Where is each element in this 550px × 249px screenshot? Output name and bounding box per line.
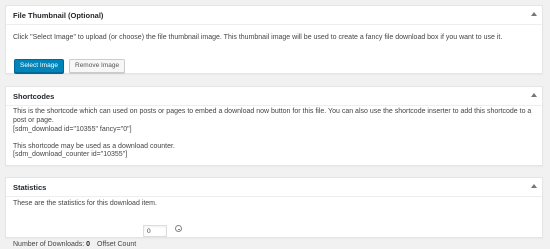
thumbnail-description: Click "Select Image" to upload (or choos…	[13, 34, 503, 41]
shortcodes-description: This is the shortcode which can used on …	[13, 108, 532, 124]
collapse-toggle-icon[interactable]	[531, 12, 537, 16]
shortcodes-postbox-header[interactable]: Shortcodes	[6, 87, 542, 106]
shortcodes-postbox: Shortcodes This is the shortcode which c…	[5, 86, 543, 166]
statistics-postbox-header[interactable]: Statistics	[6, 178, 542, 197]
downloads-count-label: Number of Downloads: 0	[13, 240, 90, 249]
shortcode-counter: [sdm_download_counter id="10355"]	[13, 151, 128, 158]
statistics-title: Statistics	[13, 183, 47, 192]
statistics-postbox: Statistics These are the statistics for …	[5, 177, 543, 248]
collapse-toggle-icon[interactable]	[531, 184, 537, 188]
remove-image-button[interactable]: Remove Image	[69, 59, 126, 73]
plus-circle-icon[interactable]	[175, 225, 182, 232]
offset-count-label: Offset Count	[97, 241, 137, 248]
thumbnail-postbox-header[interactable]: File Thumbnail (Optional)	[6, 6, 542, 25]
shortcode-main: [sdm_download id="10355" fancy="0"]	[13, 126, 132, 133]
downloads-label: Number of Downloads:	[13, 241, 85, 248]
thumbnail-postbox: File Thumbnail (Optional) Click "Select …	[5, 5, 543, 74]
offset-count-input[interactable]	[143, 225, 167, 237]
shortcodes-title: Shortcodes	[13, 92, 55, 101]
collapse-toggle-icon[interactable]	[531, 93, 537, 97]
statistics-description: These are the statistics for this downlo…	[13, 200, 157, 207]
thumbnail-title: File Thumbnail (Optional)	[13, 11, 104, 20]
downloads-value: 0	[86, 241, 91, 248]
select-image-button[interactable]: Select Image	[14, 59, 64, 73]
